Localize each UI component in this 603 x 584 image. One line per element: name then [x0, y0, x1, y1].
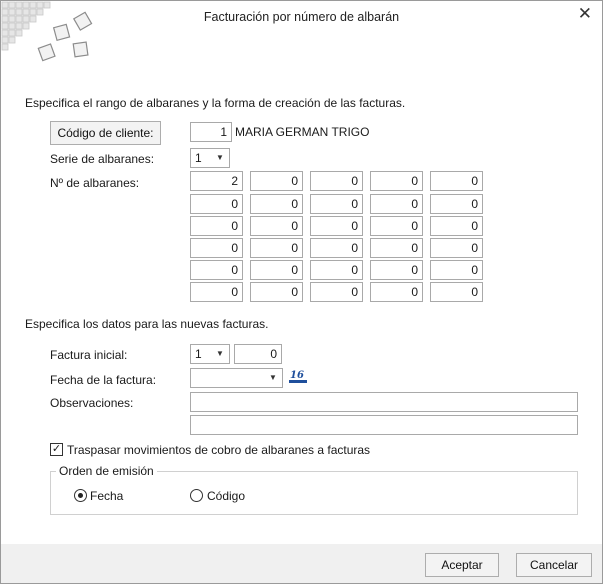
albaran-number-field[interactable]: 0 [250, 171, 303, 191]
client-code-field[interactable]: 1 [190, 122, 232, 142]
check-icon: ✓ [51, 443, 62, 455]
albaran-number-field[interactable]: 0 [310, 194, 363, 214]
orden-fecha-label: Fecha [90, 489, 124, 503]
albaran-number-field[interactable]: 0 [430, 260, 483, 280]
albaran-number-field[interactable]: 0 [190, 282, 243, 302]
chevron-down-icon: ▼ [269, 373, 277, 382]
range-section-heading: Especifica el rango de albaranes y la fo… [25, 96, 406, 110]
albaran-number-field[interactable]: 0 [430, 171, 483, 191]
observaciones-label: Observaciones: [50, 396, 134, 410]
series-label: Serie de albaranes: [50, 152, 155, 166]
albaran-number-field[interactable]: 0 [310, 260, 363, 280]
factura-inicial-label: Factura inicial: [50, 348, 128, 362]
albaran-number-field[interactable]: 0 [430, 238, 483, 258]
traspasar-label: Traspasar movimientos de cobro de albara… [67, 443, 371, 457]
calendar-icon[interactable]: 16 [288, 368, 308, 385]
albaran-number-field[interactable]: 0 [250, 194, 303, 214]
observaciones-field-1[interactable] [190, 392, 578, 412]
client-code-button[interactable]: Código de cliente: [50, 121, 161, 145]
albaran-number-field[interactable]: 0 [310, 216, 363, 236]
orden-fecha-radio[interactable] [74, 489, 87, 502]
dialog-footer: Aceptar Cancelar [1, 544, 602, 583]
invoice-by-albaran-dialog: Facturación por número de albarán ✕ Espe… [0, 0, 603, 584]
chevron-down-icon: ▼ [216, 153, 224, 162]
albaran-number-field[interactable]: 0 [370, 282, 423, 302]
app-logo-icon [1, 1, 93, 62]
albaran-number-field[interactable]: 0 [370, 216, 423, 236]
invoice-section-heading: Especifica los datos para las nuevas fac… [25, 317, 269, 331]
albaran-number-field[interactable]: 0 [370, 260, 423, 280]
albaran-number-field[interactable]: 0 [310, 171, 363, 191]
fecha-date-picker[interactable]: ▼ [190, 368, 283, 388]
albaran-number-field[interactable]: 0 [430, 216, 483, 236]
accept-button[interactable]: Aceptar [425, 553, 499, 577]
albaran-number-field[interactable]: 0 [250, 260, 303, 280]
albaran-number-field[interactable]: 0 [190, 216, 243, 236]
fecha-label: Fecha de la factura: [50, 373, 157, 387]
cancel-button[interactable]: Cancelar [516, 553, 592, 577]
factura-number-field[interactable]: 0 [234, 344, 282, 364]
albaran-number-field[interactable]: 0 [250, 216, 303, 236]
client-name: MARIA GERMAN TRIGO [235, 125, 370, 139]
series-select[interactable]: 1 ▼ [190, 148, 230, 168]
albaran-number-field[interactable]: 0 [250, 238, 303, 258]
albaran-number-field[interactable]: 0 [250, 282, 303, 302]
chevron-down-icon: ▼ [216, 349, 224, 358]
close-icon[interactable]: ✕ [578, 4, 592, 24]
orden-codigo-label: Código [207, 489, 246, 503]
factura-series-value: 1 [195, 347, 202, 361]
albaran-number-field[interactable]: 0 [310, 238, 363, 258]
factura-series-select[interactable]: 1 ▼ [190, 344, 230, 364]
albaran-number-field[interactable]: 2 [190, 171, 243, 191]
series-select-value: 1 [195, 151, 202, 165]
albaran-number-field[interactable]: 0 [370, 194, 423, 214]
traspasar-checkbox[interactable]: ✓ [50, 443, 63, 456]
albaran-number-field[interactable]: 0 [370, 171, 423, 191]
observaciones-field-2[interactable] [190, 415, 578, 435]
albaran-number-field[interactable]: 0 [190, 194, 243, 214]
albaran-number-field[interactable]: 0 [370, 238, 423, 258]
orden-codigo-radio[interactable] [190, 489, 203, 502]
albaran-number-field[interactable]: 0 [430, 282, 483, 302]
albaranes-label: Nº de albaranes: [50, 176, 140, 190]
albaran-number-field[interactable]: 0 [430, 194, 483, 214]
svg-text:16: 16 [290, 370, 304, 381]
albaran-number-field[interactable]: 0 [310, 282, 363, 302]
albaran-number-field[interactable]: 0 [190, 238, 243, 258]
albaran-number-field[interactable]: 0 [190, 260, 243, 280]
orden-emision-title: Orden de emisión [56, 464, 157, 478]
